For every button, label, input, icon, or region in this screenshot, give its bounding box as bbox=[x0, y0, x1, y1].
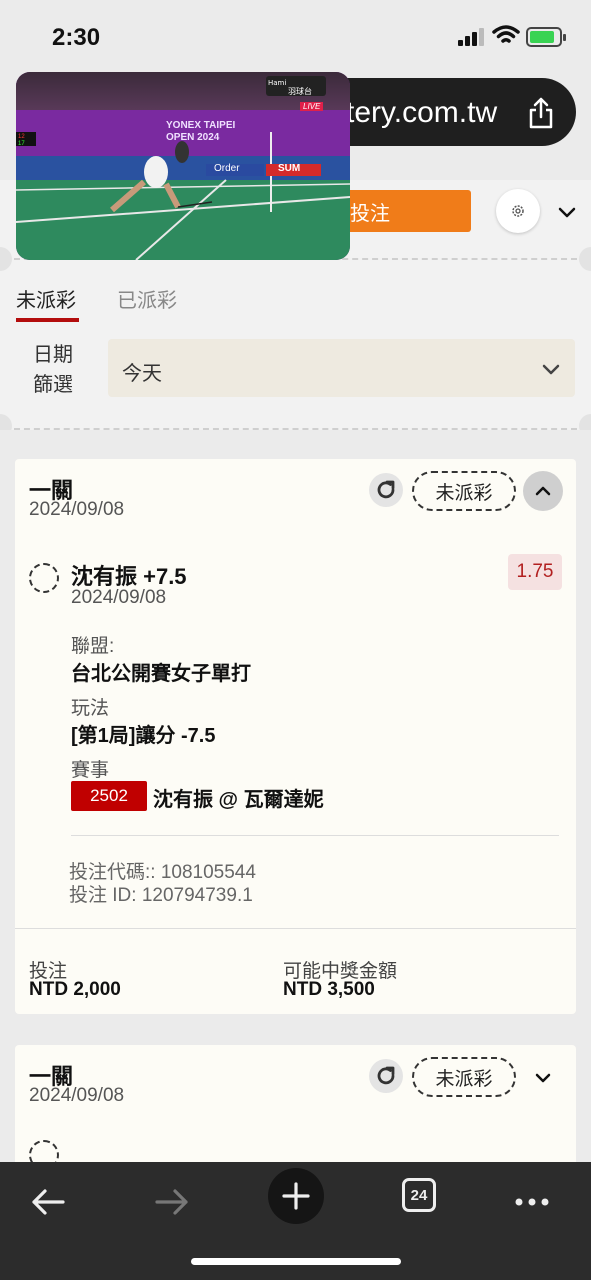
bet-list[interactable]: 一關 2024/09/08 未派彩 沈有振 +7.5 2024/09/08 1.… bbox=[0, 430, 591, 1162]
league-value: 台北公開賽女子單打 bbox=[71, 663, 251, 685]
cellular-signal-icon bbox=[458, 28, 486, 46]
chevron-down-icon bbox=[542, 364, 560, 375]
refresh-icon bbox=[377, 480, 395, 499]
event-name: 沈有振 @ 瓦爾達妮 bbox=[153, 789, 324, 811]
tab-active-indicator bbox=[16, 318, 79, 322]
event-number-badge: 2502 bbox=[71, 781, 147, 811]
stake-value: NTD 2,000 bbox=[29, 979, 121, 1000]
ad-board-text: Order bbox=[214, 163, 240, 174]
collapse-chevron-icon[interactable] bbox=[556, 201, 578, 223]
event-label: 賽事 bbox=[71, 760, 110, 781]
score-bottom: 17 bbox=[18, 141, 25, 147]
divider bbox=[71, 835, 559, 836]
selection-status-icon bbox=[29, 563, 59, 593]
selection-status-icon bbox=[29, 1140, 59, 1162]
status-bar: 2:30 bbox=[0, 0, 591, 75]
home-indicator[interactable] bbox=[191, 1258, 401, 1265]
league-label: 聯盟: bbox=[71, 636, 115, 657]
status-time: 2:30 bbox=[52, 24, 101, 51]
payout-value: NTD 3,500 bbox=[283, 979, 375, 1000]
date-filter-label-line1: 日期 bbox=[33, 344, 73, 366]
gear-icon bbox=[512, 205, 524, 217]
date-filter-value: 今天 bbox=[122, 363, 162, 385]
odds-badge: 1.75 bbox=[508, 554, 562, 590]
more-button[interactable] bbox=[504, 1174, 560, 1230]
bet-card: 一關 2024/09/08 未派彩 bbox=[15, 1045, 576, 1162]
bet-date: 2024/09/08 bbox=[29, 499, 125, 520]
expand-card-chevron-icon[interactable] bbox=[532, 1067, 554, 1089]
date-filter-label: 日期 篩選 bbox=[32, 340, 74, 400]
ad-board-text: SUM bbox=[278, 163, 301, 174]
bet-date: 2024/09/08 bbox=[29, 1085, 125, 1106]
date-filter-label-line2: 篩選 bbox=[33, 374, 73, 396]
bet-id: 投注 ID: 120794739.1 bbox=[69, 885, 253, 906]
tab-settled[interactable]: 已派彩 bbox=[117, 284, 177, 313]
refresh-icon bbox=[377, 1066, 395, 1085]
tab-switcher-button[interactable]: 24 bbox=[402, 1178, 436, 1212]
forward-button[interactable] bbox=[144, 1174, 200, 1230]
collapse-card-button[interactable] bbox=[523, 471, 563, 511]
event-banner-text: YONEX TAIPEI OPEN 2024 bbox=[166, 120, 236, 143]
bet-card: 一關 2024/09/08 未派彩 沈有振 +7.5 2024/09/08 1.… bbox=[15, 459, 576, 1014]
chevron-up-icon bbox=[535, 486, 551, 496]
status-badge: 未派彩 bbox=[412, 471, 516, 511]
battery-icon bbox=[526, 27, 566, 47]
live-badge: LIVE bbox=[300, 102, 324, 111]
refresh-button[interactable] bbox=[369, 1059, 403, 1093]
arrow-right-icon bbox=[155, 1189, 188, 1215]
share-icon[interactable] bbox=[527, 96, 555, 130]
back-button[interactable] bbox=[20, 1174, 76, 1230]
channel-name: Hami bbox=[268, 79, 287, 87]
divider bbox=[15, 928, 576, 929]
channel-subtitle: 羽球台 bbox=[288, 87, 312, 96]
play-value: [第1局]讓分 -7.5 bbox=[71, 725, 216, 747]
plus-icon bbox=[282, 1182, 310, 1210]
url-text[interactable]: tery.com.tw bbox=[346, 96, 497, 130]
new-tab-button[interactable] bbox=[268, 1168, 324, 1224]
wifi-icon bbox=[492, 25, 520, 43]
arrow-left-icon bbox=[32, 1189, 65, 1215]
bet-button[interactable]: 投注 bbox=[336, 190, 471, 232]
status-badge: 未派彩 bbox=[412, 1057, 516, 1097]
tab-unsettled[interactable]: 未派彩 bbox=[16, 284, 76, 313]
date-filter-select[interactable]: 今天 bbox=[108, 339, 575, 397]
refresh-button[interactable] bbox=[369, 473, 403, 507]
video-pip[interactable]: Hami 羽球台 LIVE YONEX TAIPEI OPEN 2024 Ord… bbox=[16, 72, 350, 260]
selection-date: 2024/09/08 bbox=[71, 587, 167, 608]
browser-toolbar: 24 bbox=[0, 1162, 591, 1280]
more-dots-icon bbox=[515, 1198, 549, 1206]
score-top: 12 bbox=[18, 134, 25, 140]
settings-button[interactable] bbox=[496, 189, 540, 233]
play-label: 玩法 bbox=[71, 698, 110, 719]
